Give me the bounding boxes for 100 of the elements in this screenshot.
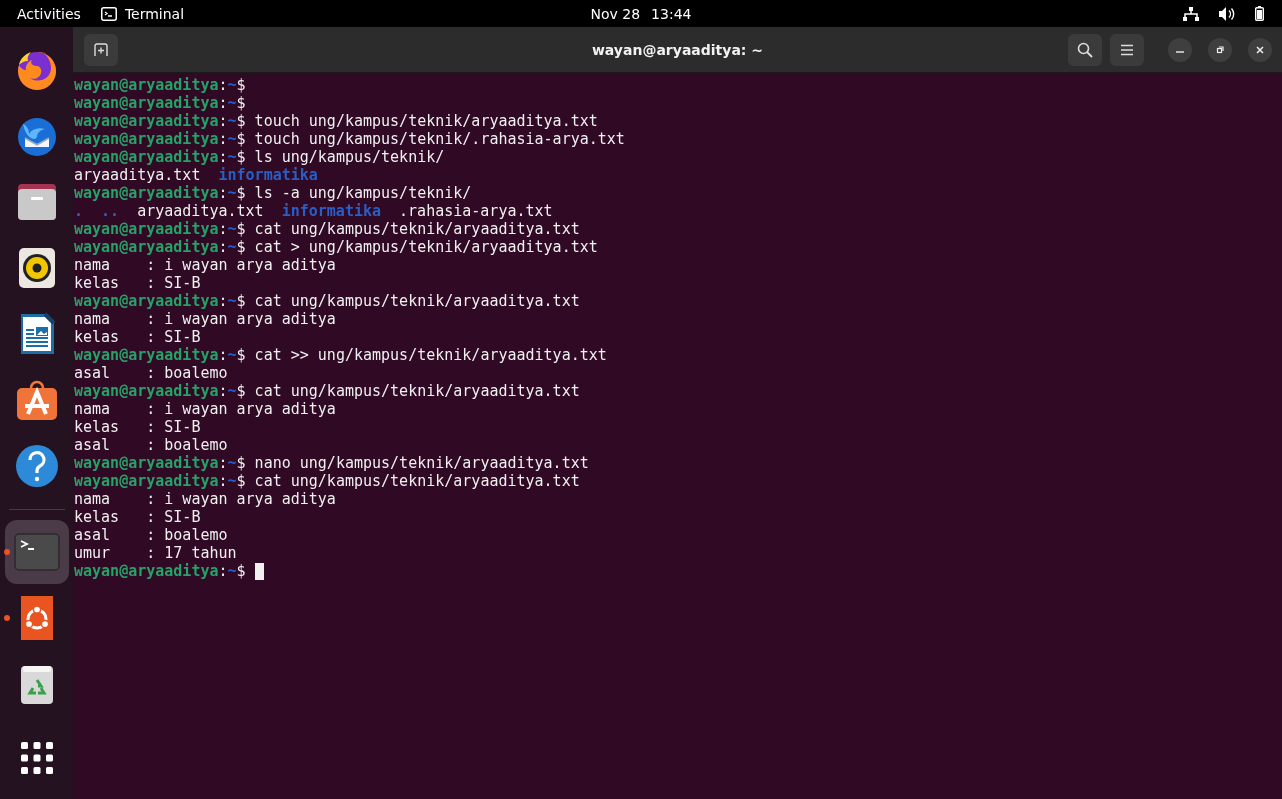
prompt-symbol: $	[236, 472, 246, 490]
directory-name: ..	[101, 202, 120, 220]
output-text: asal : boalemo	[74, 364, 228, 382]
close-icon	[1255, 44, 1265, 55]
prompt-symbol: $	[236, 238, 246, 256]
prompt-user: wayan@aryaaditya	[74, 292, 219, 310]
menu-button[interactable]	[1110, 33, 1144, 66]
prompt-separator: :	[218, 382, 228, 400]
prompt-separator: :	[218, 220, 228, 238]
prompt-symbol: $	[236, 130, 246, 148]
prompt-path: ~	[227, 220, 237, 238]
prompt-symbol: $	[236, 454, 246, 472]
prompt-path: ~	[227, 112, 237, 130]
clock-time[interactable]: 13:44	[651, 5, 692, 22]
prompt-separator: :	[218, 238, 228, 256]
prompt-symbol: $	[236, 382, 246, 400]
command-text: cat > ung/kampus/teknik/aryaaditya.txt	[254, 238, 598, 256]
prompt-separator: :	[218, 454, 228, 472]
volume-icon[interactable]	[1219, 6, 1235, 21]
close-button[interactable]	[1248, 37, 1272, 62]
prompt-symbol: $	[236, 94, 246, 112]
network-icon[interactable]	[1183, 6, 1199, 21]
output-text: asal : boalemo	[74, 526, 228, 544]
prompt-user: wayan@aryaaditya	[74, 238, 219, 256]
prompt-path: ~	[227, 148, 237, 166]
prompt-path: ~	[227, 382, 237, 400]
prompt-path: ~	[227, 184, 237, 202]
command-text: touch ung/kampus/teknik/aryaaditya.txt	[254, 112, 598, 130]
output-text: kelas : SI-B	[74, 328, 201, 346]
prompt-symbol: $	[236, 112, 246, 130]
prompt-path: ~	[227, 94, 237, 112]
prompt-symbol: $	[236, 148, 246, 166]
command-text: nano ung/kampus/teknik/aryaaditya.txt	[254, 454, 589, 472]
file-name: .rahasia-arya.txt	[399, 202, 553, 220]
directory-name: .	[74, 202, 84, 220]
prompt-symbol: $	[236, 76, 246, 94]
prompt-user: wayan@aryaaditya	[74, 148, 219, 166]
prompt-separator: :	[218, 184, 228, 202]
terminal-icon	[100, 6, 117, 21]
output-text: nama : i wayan arya aditya	[74, 310, 336, 328]
minimize-icon	[1176, 51, 1184, 53]
output-text: kelas : SI-B	[74, 418, 201, 436]
activities-button[interactable]: Activities	[17, 5, 81, 22]
prompt-separator: :	[218, 112, 228, 130]
prompt-path: ~	[227, 562, 237, 580]
prompt-symbol: $	[236, 220, 246, 238]
prompt-separator: :	[218, 346, 228, 364]
new-tab-icon	[94, 42, 108, 57]
prompt-symbol: $	[236, 292, 246, 310]
restore-icon	[1215, 44, 1225, 55]
prompt-path: ~	[227, 238, 237, 256]
clock-date[interactable]: Nov 28	[590, 5, 641, 22]
prompt-user: wayan@aryaaditya	[74, 130, 219, 148]
menu-icon	[1120, 43, 1134, 56]
prompt-user: wayan@aryaaditya	[74, 454, 219, 472]
prompt-user: wayan@aryaaditya	[74, 112, 219, 130]
prompt-separator: :	[218, 472, 228, 490]
output-text: kelas : SI-B	[74, 508, 201, 526]
prompt-separator: :	[218, 94, 228, 112]
prompt-user: wayan@aryaaditya	[74, 382, 219, 400]
running-indicator	[3, 549, 10, 555]
prompt-user: wayan@aryaaditya	[74, 346, 219, 364]
prompt-path: ~	[227, 346, 237, 364]
prompt-separator: :	[218, 562, 228, 580]
maximize-button[interactable]	[1208, 37, 1232, 62]
output-text: nama : i wayan arya aditya	[74, 490, 336, 508]
prompt-symbol: $	[236, 346, 246, 364]
output-text: asal : boalemo	[74, 436, 228, 454]
search-button[interactable]	[1068, 33, 1102, 66]
battery-icon[interactable]	[1255, 6, 1264, 21]
app-menu[interactable]: Terminal	[124, 5, 185, 22]
output-text: kelas : SI-B	[74, 274, 201, 292]
file-name: aryaaditya.txt	[137, 202, 264, 220]
command-text: cat >> ung/kampus/teknik/aryaaditya.txt	[254, 346, 607, 364]
prompt-separator: :	[218, 148, 228, 166]
minimize-button[interactable]	[1168, 37, 1192, 62]
prompt-user: wayan@aryaaditya	[74, 76, 219, 94]
prompt-separator: :	[218, 130, 228, 148]
command-text: ls ung/kampus/teknik/	[254, 148, 445, 166]
directory-name: informatika	[218, 166, 318, 184]
prompt-symbol: $	[236, 184, 246, 202]
command-text: touch ung/kampus/teknik/.rahasia-arya.txt	[254, 130, 625, 148]
prompt-separator: :	[218, 76, 228, 94]
running-indicator	[3, 615, 10, 621]
prompt-path: ~	[227, 472, 237, 490]
new-tab-button[interactable]	[84, 33, 118, 66]
prompt-separator: :	[218, 292, 228, 310]
prompt-user: wayan@aryaaditya	[74, 184, 219, 202]
command-text: cat ung/kampus/teknik/aryaaditya.txt	[254, 292, 580, 310]
prompt-user: wayan@aryaaditya	[74, 220, 219, 238]
directory-name: informatika	[281, 202, 381, 220]
command-text: cat ung/kampus/teknik/aryaaditya.txt	[254, 382, 580, 400]
search-icon	[1077, 41, 1093, 58]
file-name: aryaaditya.txt	[74, 166, 201, 184]
prompt-user: wayan@aryaaditya	[74, 562, 219, 580]
prompt-symbol: $	[236, 562, 246, 580]
output-text: umur : 17 tahun	[74, 544, 237, 562]
command-text: cat ung/kampus/teknik/aryaaditya.txt	[254, 220, 580, 238]
prompt-user: wayan@aryaaditya	[74, 94, 219, 112]
output-text: nama : i wayan arya aditya	[74, 256, 336, 274]
